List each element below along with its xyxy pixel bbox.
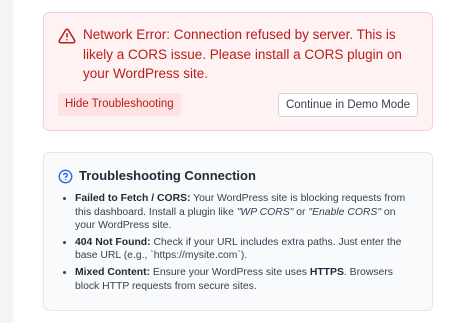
item-plugin-name: "WP CORS" (236, 206, 294, 218)
troubleshooting-panel: Troubleshooting Connection Failed to Fet… (43, 152, 433, 311)
list-item: Failed to Fetch / CORS: Your WordPress s… (62, 192, 417, 233)
troubleshooting-list: Failed to Fetch / CORS: Your WordPress s… (62, 192, 417, 296)
item-emphasis: HTTPS (309, 266, 344, 278)
error-alert: Network Error: Connection refused by ser… (43, 12, 433, 131)
item-text: or (293, 206, 309, 218)
continue-demo-mode-button[interactable]: Continue in Demo Mode (277, 93, 418, 117)
list-item: Mixed Content: Ensure your WordPress sit… (62, 266, 417, 293)
sidebar-edge (0, 0, 13, 323)
item-label: 404 Not Found: (75, 236, 151, 248)
troubleshooting-title: Troubleshooting Connection (79, 168, 256, 183)
item-text: Ensure your WordPress site uses (150, 266, 310, 278)
item-label: Mixed Content: (75, 266, 151, 278)
help-circle-icon (58, 169, 73, 184)
error-message: Network Error: Connection refused by ser… (83, 27, 402, 81)
alert-triangle-icon (58, 27, 76, 45)
item-plugin-name: "Enable CORS" (308, 206, 382, 218)
hide-troubleshooting-button[interactable]: Hide Troubleshooting (58, 93, 181, 116)
list-item: 404 Not Found: Check if your URL include… (62, 236, 417, 263)
item-label: Failed to Fetch / CORS: (75, 193, 191, 204)
